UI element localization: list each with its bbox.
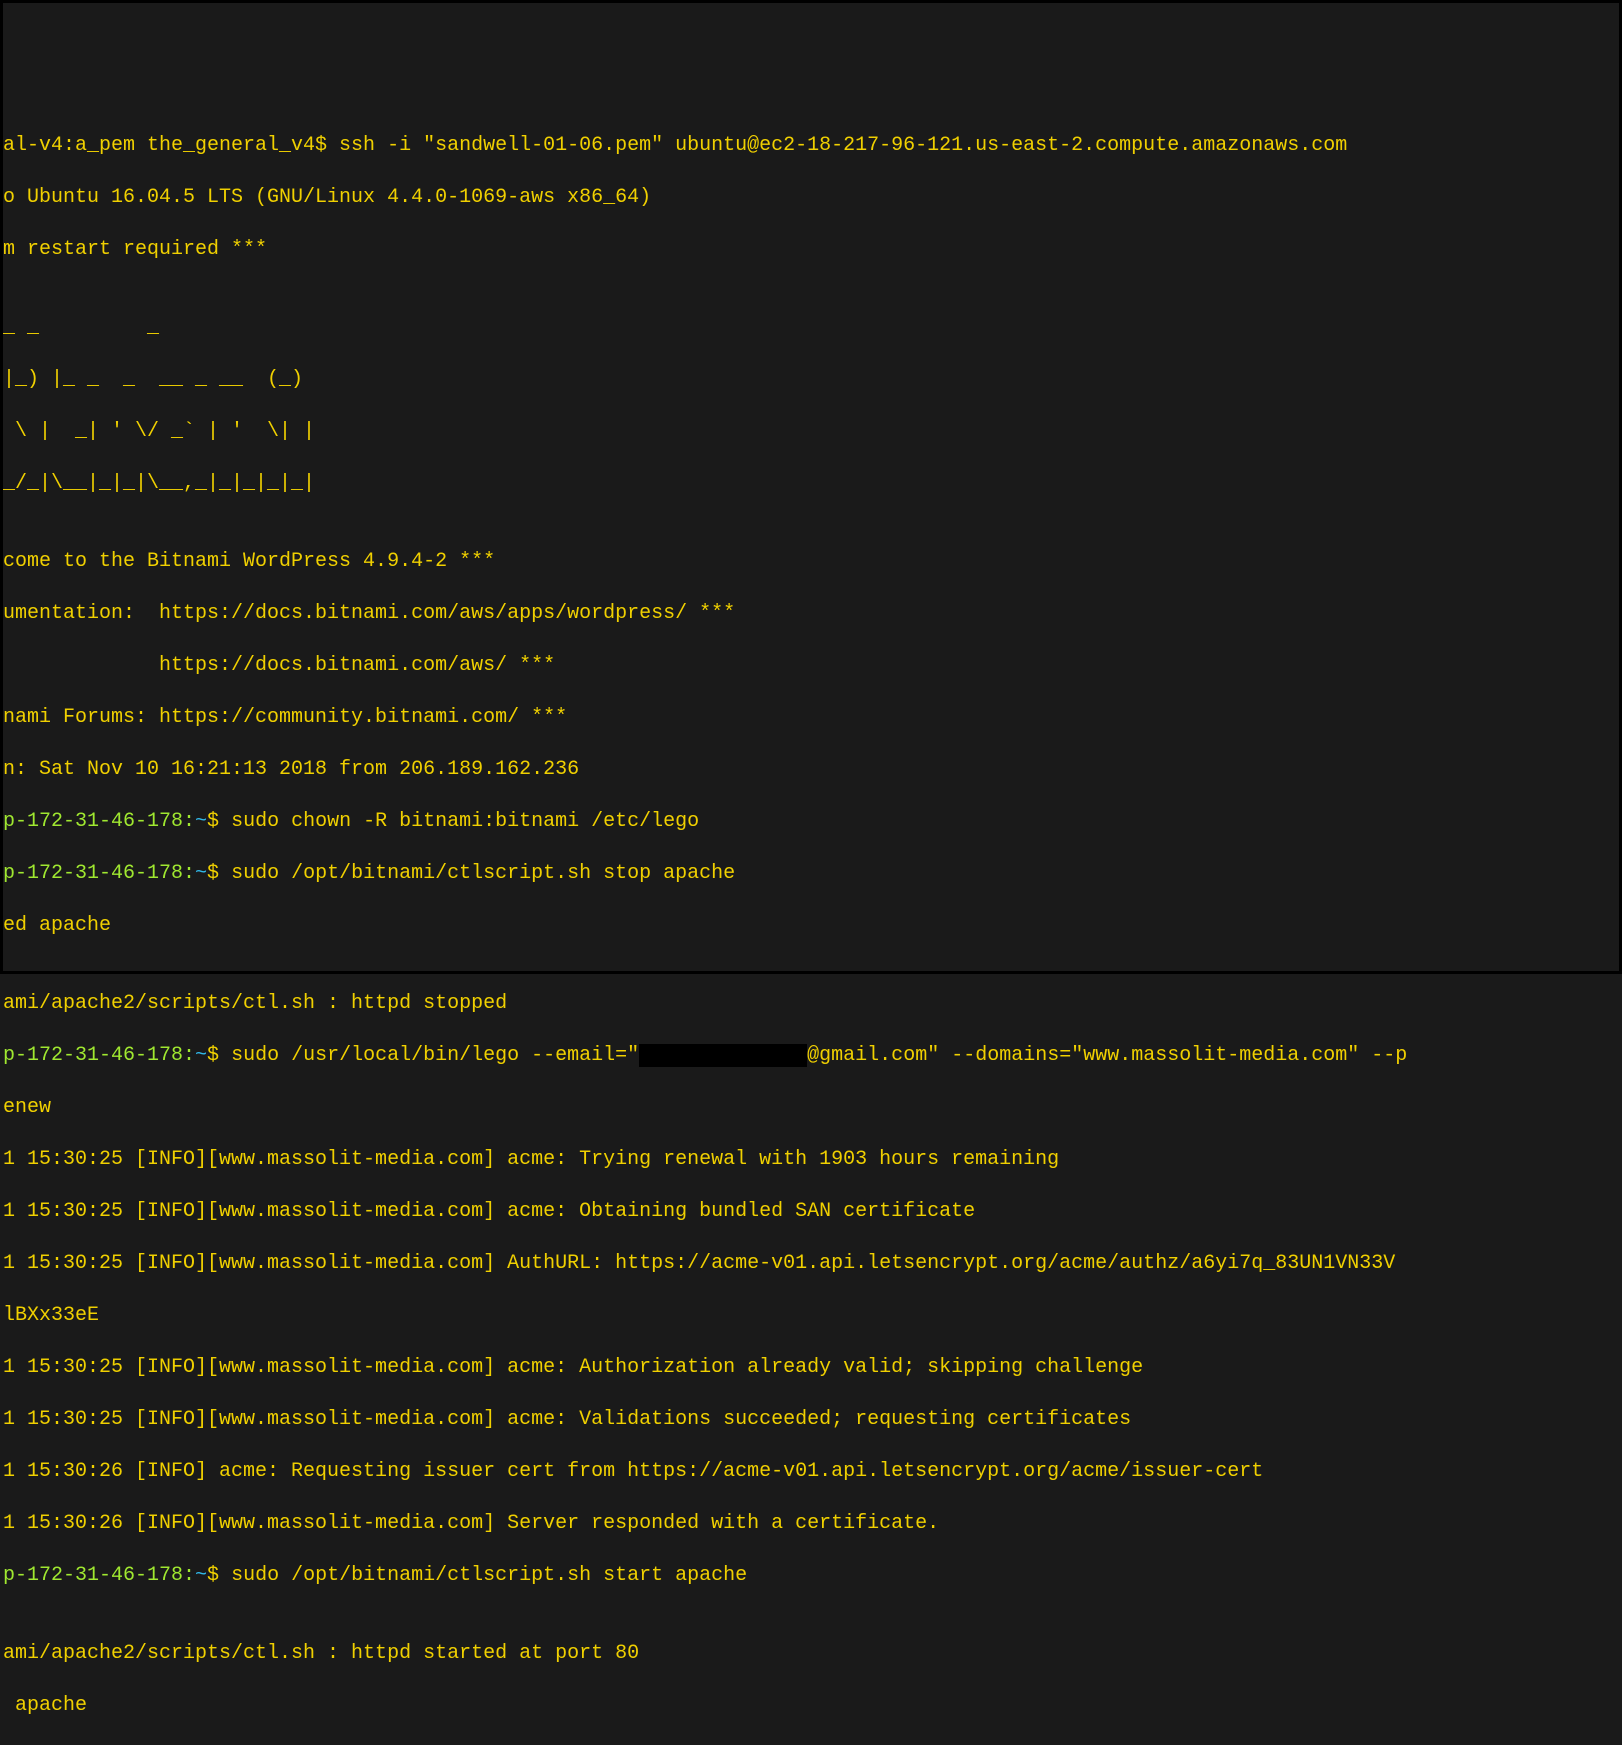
- log-line: 1 15:30:25 [INFO][www.massolit-media.com…: [3, 1251, 1619, 1277]
- terminal-line: n: Sat Nov 10 16:21:13 2018 from 206.189…: [3, 757, 1619, 783]
- log-line: 1 15:30:25 [INFO][www.massolit-media.com…: [3, 1199, 1619, 1225]
- command-text: sudo /usr/local/bin/lego --email=": [231, 1044, 639, 1067]
- terminal-line: enew: [3, 1095, 1619, 1121]
- terminal-line: ed apache: [3, 913, 1619, 939]
- prompt-line[interactable]: p-172-31-46-178:~$ sudo chown -R bitnami…: [3, 809, 1619, 835]
- prompt-host: p-172-31-46-178:: [3, 1564, 195, 1587]
- terminal-line: o Ubuntu 16.04.5 LTS (GNU/Linux 4.4.0-10…: [3, 185, 1619, 211]
- prompt-path: ~: [195, 1044, 207, 1067]
- prompt-symbol: $: [207, 1044, 231, 1067]
- prompt-path: ~: [195, 1564, 207, 1587]
- command-text: sudo /opt/bitnami/ctlscript.sh stop apac…: [231, 862, 735, 885]
- ascii-art: |_) |_ _ _ __ _ __ (_): [3, 367, 1619, 393]
- prompt-host: p-172-31-46-178:: [3, 1044, 195, 1067]
- terminal-line: come to the Bitnami WordPress 4.9.4-2 **…: [3, 549, 1619, 575]
- log-line: 1 15:30:25 [INFO][www.massolit-media.com…: [3, 1147, 1619, 1173]
- command-text: @gmail.com" --domains="www.massolit-medi…: [807, 1044, 1407, 1067]
- log-line: 1 15:30:26 [INFO][www.massolit-media.com…: [3, 1511, 1619, 1537]
- log-line: 1 15:30:26 [INFO] acme: Requesting issue…: [3, 1459, 1619, 1485]
- terminal-line: https://docs.bitnami.com/aws/ ***: [3, 653, 1619, 679]
- terminal-line: umentation: https://docs.bitnami.com/aws…: [3, 601, 1619, 627]
- prompt-path: ~: [195, 862, 207, 885]
- log-line: lBXx33eE: [3, 1303, 1619, 1329]
- ascii-art: _ _ _: [3, 315, 1619, 341]
- terminal-line: m restart required ***: [3, 237, 1619, 263]
- ascii-art: \ | _| ' \/ _` | ' \| |: [3, 419, 1619, 445]
- terminal-line: apache: [3, 1693, 1619, 1719]
- terminal-window[interactable]: al-v4:a_pem the_general_v4$ ssh -i "sand…: [3, 107, 1619, 1075]
- prompt-line[interactable]: p-172-31-46-178:~$ sudo /opt/bitnami/ctl…: [3, 1563, 1619, 1589]
- terminal-line: ami/apache2/scripts/ctl.sh : httpd stopp…: [3, 991, 1619, 1017]
- command-text: sudo /opt/bitnami/ctlscript.sh start apa…: [231, 1564, 747, 1587]
- log-line: 1 15:30:25 [INFO][www.massolit-media.com…: [3, 1407, 1619, 1433]
- prompt-symbol: $: [207, 862, 231, 885]
- prompt-symbol: $: [207, 1564, 231, 1587]
- prompt-line[interactable]: p-172-31-46-178:~$ sudo /usr/local/bin/l…: [3, 1043, 1619, 1069]
- prompt-line[interactable]: p-172-31-46-178:~$ sudo /opt/bitnami/ctl…: [3, 861, 1619, 887]
- prompt-symbol: $: [207, 810, 231, 833]
- prompt-host: p-172-31-46-178:: [3, 810, 195, 833]
- prompt-path: ~: [195, 810, 207, 833]
- log-line: 1 15:30:25 [INFO][www.massolit-media.com…: [3, 1355, 1619, 1381]
- redacted-text: massolit.media: [639, 1044, 807, 1067]
- prompt-host: p-172-31-46-178:: [3, 862, 195, 885]
- terminal-line: nami Forums: https://community.bitnami.c…: [3, 705, 1619, 731]
- terminal-line: al-v4:a_pem the_general_v4$ ssh -i "sand…: [3, 133, 1619, 159]
- terminal-line: ami/apache2/scripts/ctl.sh : httpd start…: [3, 1641, 1619, 1667]
- ascii-art: _/_|\__|_|_|\__,_|_|_|_|_|: [3, 471, 1619, 497]
- command-text: sudo chown -R bitnami:bitnami /etc/lego: [231, 810, 699, 833]
